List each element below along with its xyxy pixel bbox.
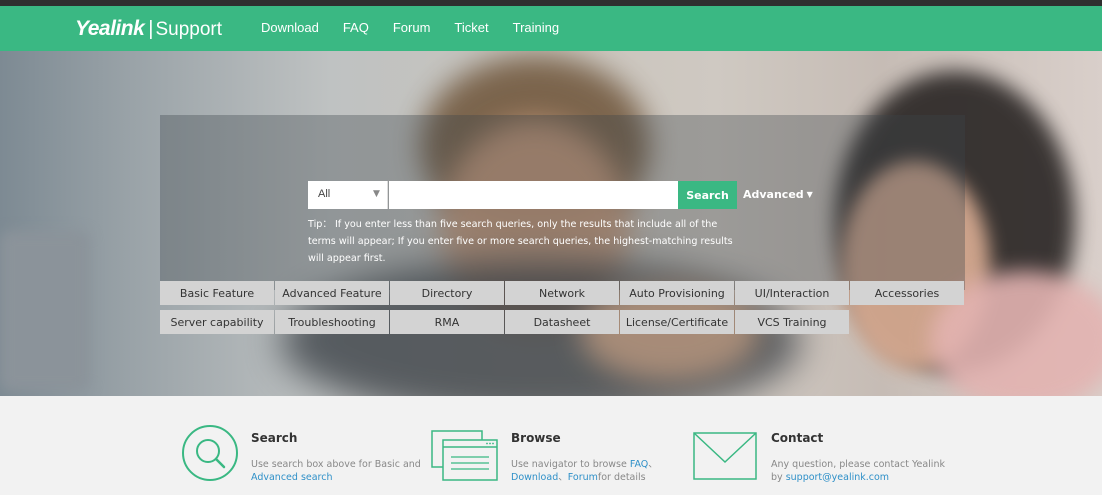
- envelope-icon: [693, 432, 757, 480]
- nav-forum[interactable]: Forum: [393, 20, 431, 35]
- feature-search-desc: Use search box above for Basic and Advan…: [251, 458, 426, 484]
- category-vcs-training[interactable]: VCS Training: [735, 310, 849, 334]
- nav-ticket[interactable]: Ticket: [454, 20, 488, 35]
- advanced-search-link[interactable]: Advanced search: [251, 472, 333, 483]
- category-license-certificate[interactable]: License/Certificate: [620, 310, 734, 334]
- search-scope-value: All: [318, 188, 331, 200]
- category-row: Basic Feature Advanced Feature Directory…: [160, 281, 965, 305]
- advanced-label: Advanced: [743, 188, 804, 201]
- search-tip: Tip： If you enter less than five search …: [308, 219, 733, 264]
- hero-photo-shape: [0, 231, 90, 391]
- category-basic-feature[interactable]: Basic Feature: [160, 281, 274, 305]
- category-directory[interactable]: Directory: [390, 281, 504, 305]
- search-button[interactable]: Search: [678, 181, 737, 209]
- support-email-link[interactable]: support@yealink.com: [786, 472, 889, 483]
- download-link[interactable]: Download: [511, 472, 558, 483]
- logo-separator: |: [148, 18, 154, 40]
- logo-subtitle: Support: [155, 19, 223, 40]
- nav-download[interactable]: Download: [261, 20, 319, 35]
- separator: 、: [558, 472, 568, 483]
- browse-window-icon: [431, 430, 498, 481]
- category-server-capability[interactable]: Server capability: [160, 310, 274, 334]
- category-datasheet[interactable]: Datasheet: [505, 310, 619, 334]
- category-advanced-feature[interactable]: Advanced Feature: [275, 281, 389, 305]
- search-icon: [182, 425, 238, 481]
- nav-training[interactable]: Training: [513, 20, 559, 35]
- separator: 、: [648, 459, 658, 470]
- main-nav: Download FAQ Forum Ticket Training: [261, 20, 583, 35]
- feature-browse-title: Browse: [511, 431, 561, 445]
- site-logo[interactable]: Yealink | Support: [75, 17, 222, 41]
- feature-browse-suffix: for details: [597, 472, 646, 483]
- search-input[interactable]: [389, 181, 678, 209]
- category-network[interactable]: Network: [505, 281, 619, 305]
- category-grid: Basic Feature Advanced Feature Directory…: [160, 281, 965, 339]
- category-rma[interactable]: RMA: [390, 310, 504, 334]
- site-header: Yealink | Support Download FAQ Forum Tic…: [0, 6, 1102, 51]
- advanced-search-toggle[interactable]: Advanced ▼: [743, 188, 813, 201]
- search-scope-select[interactable]: All ▼: [308, 181, 388, 209]
- feature-browse-desc: Use navigator to browse FAQ、Download、For…: [511, 458, 691, 484]
- feature-browse-text: Use navigator to browse: [511, 459, 630, 470]
- feature-search-title: Search: [251, 431, 298, 445]
- feature-contact-desc: Any question, please contact Yealink by …: [771, 458, 946, 484]
- category-auto-provisioning[interactable]: Auto Provisioning: [620, 281, 734, 305]
- faq-link[interactable]: FAQ: [630, 459, 648, 470]
- forum-link[interactable]: Forum: [568, 472, 598, 483]
- category-ui-interaction[interactable]: UI/Interaction: [735, 281, 849, 305]
- category-row: Server capability Troubleshooting RMA Da…: [160, 310, 965, 334]
- category-accessories[interactable]: Accessories: [850, 281, 964, 305]
- nav-faq[interactable]: FAQ: [343, 20, 369, 35]
- caret-down-icon: ▼: [373, 189, 380, 199]
- feature-contact-title: Contact: [771, 431, 824, 445]
- feature-search-text: Use search box above for Basic and: [251, 459, 421, 470]
- logo-brand: Yealink: [75, 17, 145, 40]
- category-troubleshooting[interactable]: Troubleshooting: [275, 310, 389, 334]
- caret-down-icon: ▼: [806, 190, 813, 199]
